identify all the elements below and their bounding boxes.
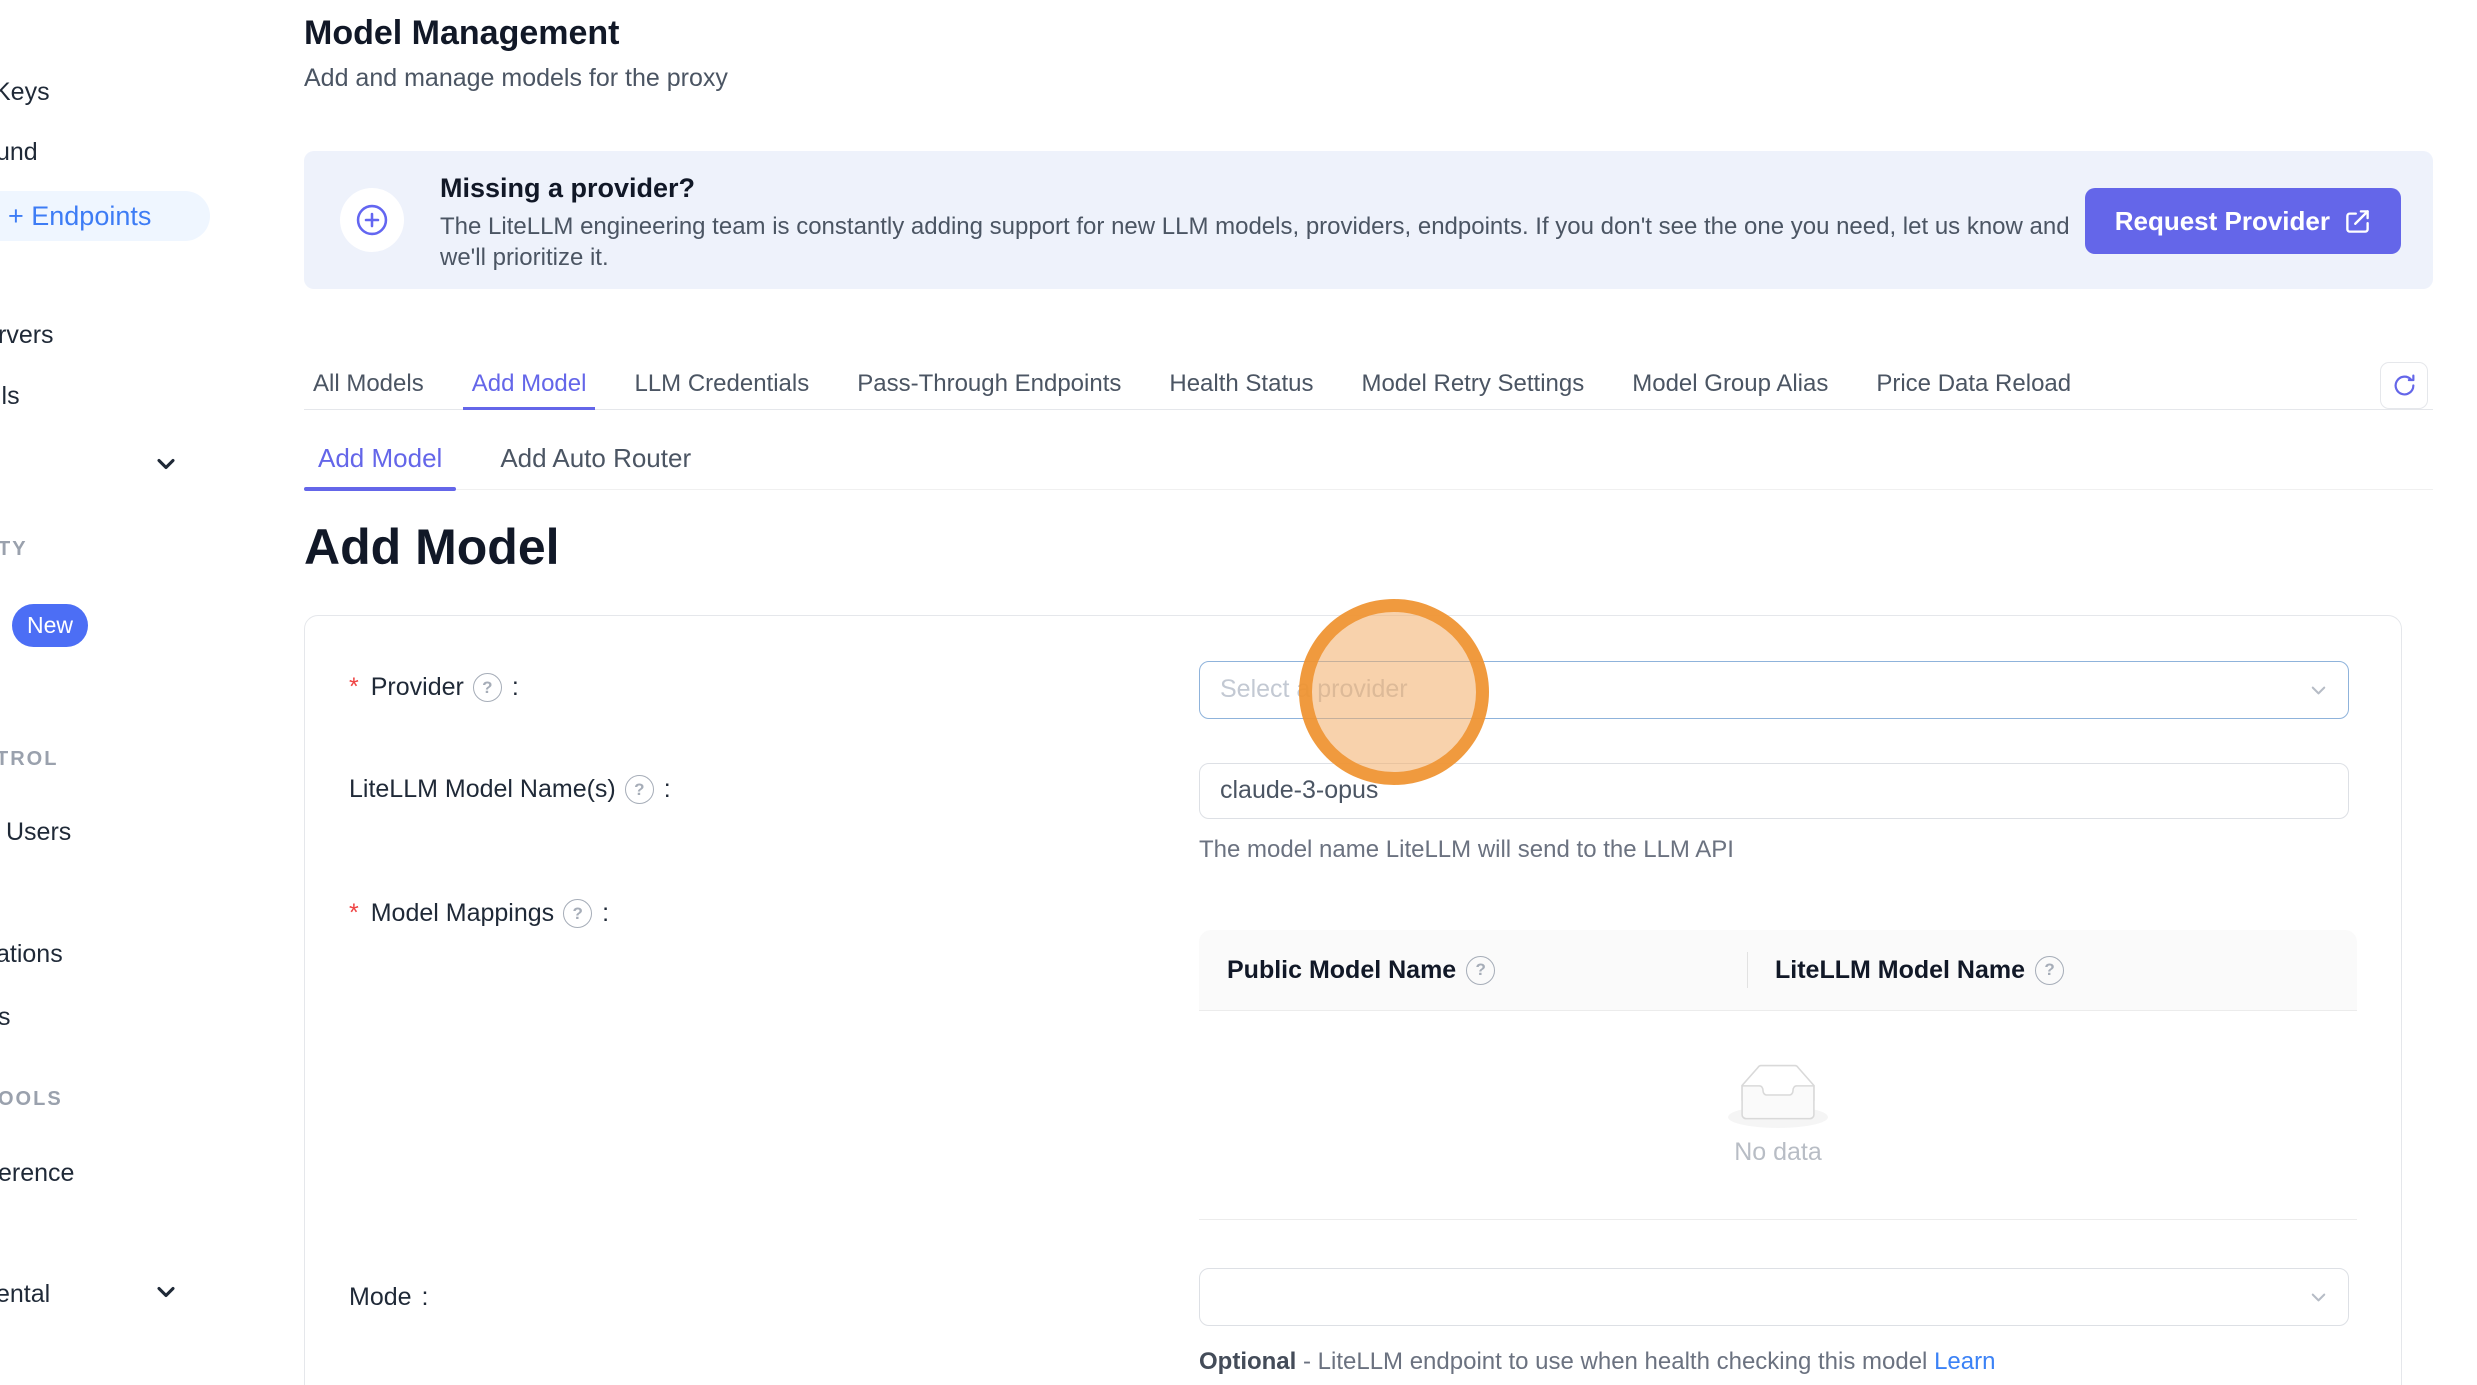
sidebar-item-teams[interactable]: s bbox=[0, 1003, 11, 1032]
request-provider-label: Request Provider bbox=[2115, 206, 2330, 237]
sidebar-item-keys[interactable]: Keys bbox=[0, 78, 50, 107]
refresh-button[interactable] bbox=[2380, 362, 2428, 409]
model-mappings-label-text: Model Mappings bbox=[371, 899, 554, 928]
table-header-row: Public Model Name ? LiteLLM Model Name ? bbox=[1199, 930, 2357, 1011]
model-mappings-table: Public Model Name ? LiteLLM Model Name ? bbox=[1199, 930, 2357, 1220]
tab-price-data-reload[interactable]: Price Data Reload bbox=[1867, 358, 2080, 409]
model-tabs: All Models Add Model LLM Credentials Pas… bbox=[304, 358, 2433, 410]
help-icon[interactable]: ? bbox=[625, 775, 654, 804]
chevron-down-icon bbox=[2307, 679, 2330, 702]
sidebar-section-label: TY bbox=[0, 538, 28, 561]
sidebar-item-mcp-servers[interactable]: rvers bbox=[0, 321, 54, 350]
plus-circle-icon bbox=[340, 188, 404, 252]
model-name-label-text: LiteLLM Model Name(s) bbox=[349, 775, 616, 804]
mode-select[interactable] bbox=[1199, 1268, 2349, 1326]
subtab-add-model[interactable]: Add Model bbox=[304, 428, 456, 489]
mode-label: Mode : bbox=[349, 1283, 429, 1312]
sidebar-item-label: + Endpoints bbox=[8, 201, 151, 232]
empty-box-icon bbox=[1728, 1064, 1828, 1128]
column-label: LiteLLM Model Name bbox=[1775, 956, 2025, 985]
help-icon[interactable]: ? bbox=[2035, 956, 2064, 985]
learn-more-link[interactable]: Learn bbox=[1934, 1348, 1995, 1375]
column-public-model-name: Public Model Name ? bbox=[1199, 930, 1747, 1010]
model-name-label: LiteLLM Model Name(s) ? : bbox=[349, 775, 671, 804]
add-model-subtabs: Add Model Add Auto Router bbox=[304, 428, 2433, 490]
new-badge[interactable]: New bbox=[12, 604, 88, 647]
label-colon: : bbox=[422, 1283, 429, 1312]
tab-pass-through-endpoints[interactable]: Pass-Through Endpoints bbox=[848, 358, 1130, 409]
label-colon: : bbox=[512, 673, 519, 702]
provider-label-text: Provider bbox=[371, 673, 464, 702]
page-subtitle: Add and manage models for the proxy bbox=[304, 64, 728, 93]
mode-helper-text: - LiteLLM endpoint to use when health ch… bbox=[1303, 1348, 1927, 1375]
tab-model-retry-settings[interactable]: Model Retry Settings bbox=[1352, 358, 1593, 409]
litellm-admin-page: Keys und + Endpoints rvers ils TY New TR… bbox=[0, 0, 2477, 1385]
sidebar-section-tools: OOLS bbox=[0, 1088, 63, 1111]
add-model-heading: Add Model bbox=[304, 518, 560, 576]
refresh-icon bbox=[2392, 373, 2417, 398]
required-marker: * bbox=[349, 899, 359, 928]
sidebar-item-experimental[interactable]: ental bbox=[0, 1280, 50, 1309]
chevron-down-icon[interactable] bbox=[152, 1278, 180, 1306]
tab-health-status[interactable]: Health Status bbox=[1160, 358, 1322, 409]
table-empty-state: No data bbox=[1199, 1011, 2357, 1220]
column-litellm-model-name: LiteLLM Model Name ? bbox=[1747, 930, 2357, 1010]
sidebar-item-inference[interactable]: erence bbox=[0, 1159, 74, 1188]
chevron-down-icon bbox=[2307, 1286, 2330, 1309]
request-provider-button[interactable]: Request Provider bbox=[2085, 188, 2401, 254]
missing-provider-banner: Missing a provider? The LiteLLM engineer… bbox=[304, 151, 2433, 289]
sidebar-item-organizations[interactable]: ations bbox=[0, 940, 63, 969]
chevron-down-icon[interactable] bbox=[152, 450, 180, 478]
tab-add-model[interactable]: Add Model bbox=[463, 358, 596, 409]
banner-body: The LiteLLM engineering team is constant… bbox=[440, 211, 2100, 273]
sidebar-item-internal-users[interactable]: Users bbox=[6, 818, 71, 847]
required-marker: * bbox=[349, 673, 359, 702]
help-icon[interactable]: ? bbox=[1466, 956, 1495, 985]
click-indicator bbox=[1299, 599, 1489, 785]
help-icon[interactable]: ? bbox=[473, 673, 502, 702]
help-icon[interactable]: ? bbox=[563, 899, 592, 928]
sidebar-item-guardrails[interactable]: ils bbox=[0, 382, 20, 411]
tab-llm-credentials[interactable]: LLM Credentials bbox=[625, 358, 818, 409]
no-data-text: No data bbox=[1734, 1138, 1822, 1167]
subtab-add-auto-router[interactable]: Add Auto Router bbox=[486, 428, 705, 489]
tab-all-models[interactable]: All Models bbox=[304, 358, 433, 409]
column-label: Public Model Name bbox=[1227, 956, 1456, 985]
model-name-helper: The model name LiteLLM will send to the … bbox=[1199, 836, 1734, 864]
sidebar-item-models-endpoints[interactable]: + Endpoints bbox=[0, 191, 210, 241]
model-mappings-label: * Model Mappings ? : bbox=[349, 899, 609, 928]
mode-helper-prefix: Optional bbox=[1199, 1348, 1296, 1375]
sidebar-item-playground[interactable]: und bbox=[0, 138, 38, 167]
external-link-icon bbox=[2344, 208, 2371, 235]
sidebar-section-access-control: TROL bbox=[0, 748, 58, 771]
tab-model-group-alias[interactable]: Model Group Alias bbox=[1623, 358, 1837, 409]
mode-helper: Optional - LiteLLM endpoint to use when … bbox=[1199, 1348, 1995, 1376]
label-colon: : bbox=[664, 775, 671, 804]
banner-title: Missing a provider? bbox=[440, 173, 695, 204]
label-colon: : bbox=[602, 899, 609, 928]
page-title: Model Management bbox=[304, 14, 619, 53]
mode-label-text: Mode bbox=[349, 1283, 412, 1312]
provider-label: * Provider ? : bbox=[349, 673, 519, 702]
